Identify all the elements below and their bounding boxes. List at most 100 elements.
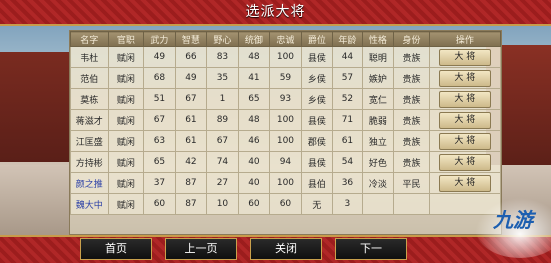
page-title: 选派大将 (245, 4, 306, 20)
table-cell: 100 (269, 130, 302, 152)
watermark-logo: 九游 (475, 198, 551, 258)
table-row: 江匡盛 赋闲 63 61 67 46 100 郡侯 61 独立 贵族大 将 (70, 130, 502, 152)
action-cell: 大 将 (428, 151, 502, 173)
table-cell: 49 (143, 46, 176, 68)
table-cell: 93 (269, 88, 302, 110)
table-cell: 48 (237, 46, 271, 68)
table-cell: 40 (237, 172, 271, 194)
assign-general-button[interactable]: 大 将 (438, 69, 491, 87)
general-name: 方持彬 (70, 151, 109, 173)
table-cell: 独立 (361, 130, 395, 152)
table-header: 名字 官职 武力 智慧 野心 统御 忠诚 爵位 年龄 性格 身份 操作 (70, 31, 502, 47)
table-row: 方持彬 赋闲 65 42 74 40 94 县侯 54 好色 贵族大 将 (70, 151, 502, 173)
table-cell: 65 (143, 151, 176, 173)
table-cell: 61 (332, 130, 363, 152)
action-cell: 大 将 (428, 172, 502, 194)
assign-general-button[interactable]: 大 将 (438, 111, 491, 129)
table-cell: 赋闲 (107, 46, 145, 68)
prev-page-button[interactable]: 上一页 (165, 238, 237, 260)
table-cell: 27 (206, 172, 239, 194)
watermark-text: 九游 (493, 208, 533, 232)
table-cell: 60 (237, 193, 271, 215)
table-cell: 44 (332, 46, 363, 68)
table-cell: 66 (174, 46, 208, 68)
table-row: 莫栋 赋闲 51 67 1 65 93 乡侯 52 宽仁 贵族大 将 (70, 88, 502, 110)
table-cell: 贵族 (393, 109, 430, 131)
table-cell: 35 (206, 67, 239, 89)
table-cell: 聪明 (361, 46, 395, 68)
table-cell: 71 (332, 109, 363, 131)
table-cell: 67 (206, 130, 239, 152)
action-cell: 大 将 (428, 67, 502, 89)
table-cell: 40 (237, 151, 271, 173)
table-cell: 67 (143, 109, 176, 131)
table-cell: 赋闲 (107, 172, 145, 194)
table-cell: 嫉妒 (361, 67, 395, 89)
column-header: 年龄 (332, 31, 363, 47)
table-cell: 郡侯 (300, 130, 334, 152)
table-cell: 赋闲 (107, 151, 145, 173)
table-cell: 赋闲 (107, 193, 145, 215)
table-cell: 平民 (393, 172, 430, 194)
column-header: 操作 (428, 31, 502, 47)
table-cell: 87 (174, 193, 208, 215)
table-cell: 68 (143, 67, 176, 89)
next-page-button[interactable]: 下一 (335, 238, 407, 260)
column-header: 忠诚 (269, 31, 302, 47)
table-cell: 100 (269, 46, 302, 68)
table-cell: 赋闲 (107, 88, 145, 110)
general-name: 颜之推 (70, 172, 109, 194)
first-page-button[interactable]: 首页 (80, 238, 152, 260)
table-cell: 48 (237, 109, 271, 131)
general-name: 莫栋 (70, 88, 109, 110)
assign-general-button[interactable]: 大 将 (438, 153, 491, 171)
table-cell: 贵族 (393, 88, 430, 110)
table-cell (393, 193, 430, 215)
table-cell: 57 (332, 67, 363, 89)
table-cell: 乡侯 (300, 88, 334, 110)
table-body: 韦杜 赋闲 49 66 83 48 100 县侯 44 聪明 贵族大 将范伯 赋闲 68 49 35 41 59… (70, 46, 502, 215)
assign-general-button[interactable]: 大 将 (438, 174, 491, 192)
table-cell: 60 (143, 193, 176, 215)
table-row: 魏大中 赋闲 60 87 10 60 60 无 3 (70, 193, 502, 215)
general-table: 名字 官职 武力 智慧 野心 统御 忠诚 爵位 年龄 性格 身份 操作 韦杜 赋闲 49 66 83 48 100… (70, 31, 502, 215)
table-cell: 51 (143, 88, 176, 110)
close-button[interactable]: 关闭 (250, 238, 322, 260)
table-cell: 61 (174, 130, 208, 152)
table-row: 韦杜 赋闲 49 66 83 48 100 县侯 44 聪明 贵族大 将 (70, 46, 502, 68)
table-cell: 贵族 (393, 67, 430, 89)
column-header: 身份 (393, 31, 430, 47)
table-cell: 63 (143, 130, 176, 152)
general-name: 蒋滋才 (70, 109, 109, 131)
table-cell: 94 (269, 151, 302, 173)
general-name: 范伯 (70, 67, 109, 89)
general-table-panel: 名字 官职 武力 智慧 野心 统御 忠诚 爵位 年龄 性格 身份 操作 韦杜 赋闲 49 66 83 48 100… (69, 30, 502, 235)
table-row: 蒋滋才 赋闲 67 61 89 48 100 县侯 71 脆弱 贵族大 将 (70, 109, 502, 131)
table-cell: 41 (237, 67, 271, 89)
action-cell: 大 将 (428, 88, 502, 110)
action-cell: 大 将 (428, 130, 502, 152)
table-cell: 59 (269, 67, 302, 89)
table-row: 颜之推 赋闲 37 87 27 40 100 县伯 36 冷淡 平民大 将 (70, 172, 502, 194)
table-cell: 87 (174, 172, 208, 194)
column-header: 智慧 (174, 31, 208, 47)
table-cell (361, 193, 395, 215)
table-cell: 10 (206, 193, 239, 215)
table-cell: 67 (174, 88, 208, 110)
assign-general-button[interactable]: 大 将 (438, 48, 491, 66)
action-cell: 大 将 (428, 109, 502, 131)
table-row: 范伯 赋闲 68 49 35 41 59 乡侯 57 嫉妒 贵族大 将 (70, 67, 502, 89)
general-name: 江匡盛 (70, 130, 109, 152)
assign-general-button[interactable]: 大 将 (438, 132, 491, 150)
palace-building-left (0, 52, 70, 162)
table-cell: 52 (332, 88, 363, 110)
table-cell: 贵族 (393, 46, 430, 68)
table-cell: 1 (206, 88, 239, 110)
table-cell: 贵族 (393, 151, 430, 173)
table-cell: 赋闲 (107, 109, 145, 131)
assign-general-button[interactable]: 大 将 (438, 90, 491, 108)
table-cell: 36 (332, 172, 363, 194)
general-name: 韦杜 (70, 46, 109, 68)
action-cell: 大 将 (428, 46, 502, 68)
general-name: 魏大中 (70, 193, 109, 215)
